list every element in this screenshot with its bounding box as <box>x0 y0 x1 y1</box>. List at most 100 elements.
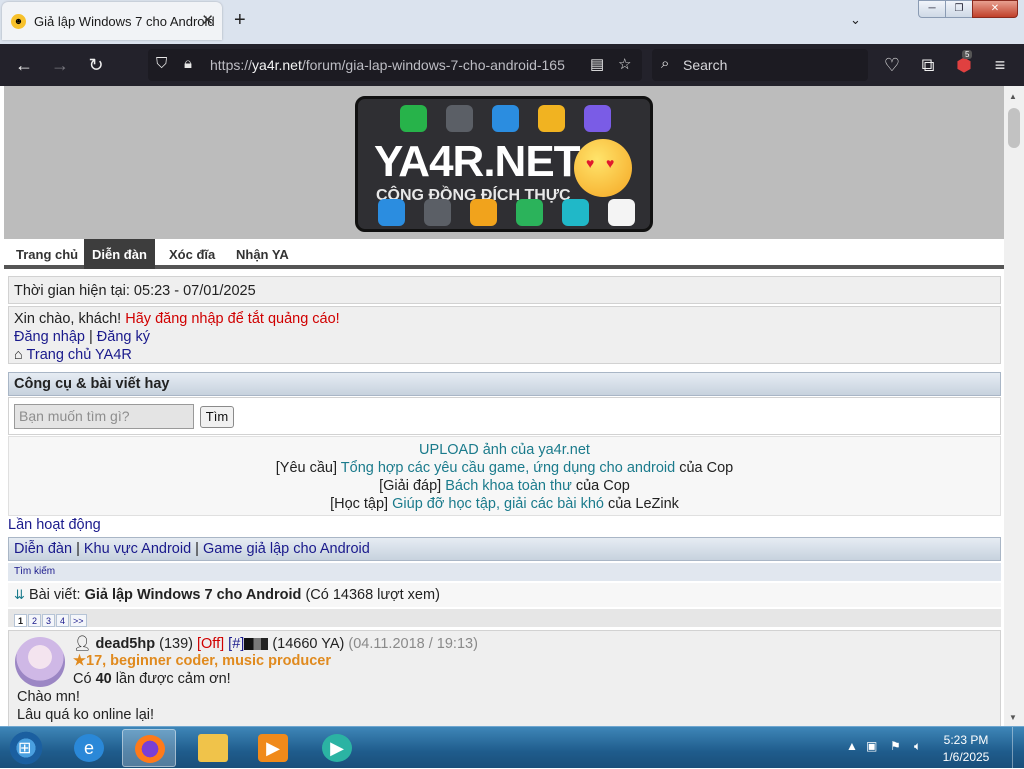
music-app-icon <box>378 199 405 226</box>
maximize-button[interactable]: ❐ <box>945 0 973 18</box>
guest-box: Xin chào, khách! Hãy đăng nhập để tắt qu… <box>8 306 1001 364</box>
featured-item: [Giải đáp] Bách khoa toàn thư của Cop <box>379 478 630 494</box>
page-2[interactable]: 2 <box>28 614 41 627</box>
menu-item-nhanya[interactable]: Nhận YA <box>228 239 297 269</box>
featured-item: [Yêu cầu] Tổng hợp các yêu cầu game, ứng… <box>275 460 734 476</box>
taskbar-firefox[interactable] <box>122 729 176 767</box>
featured-link[interactable]: Bách khoa toàn thư <box>445 478 572 494</box>
current-time: Thời gian hiện tại: 05:23 - 07/01/2025 <box>8 276 1001 304</box>
browser-titlebar: ☻ Giả lập Windows 7 cho Android ✕ + ⌄ ─ … <box>0 0 1024 44</box>
site-menu: Trang chủ Diễn đàn Xóc đĩa Nhận YA <box>4 239 1004 269</box>
status-badge: [Off] <box>197 636 225 652</box>
post-header: 👤︎ dead5hp (139) [Off] [#] (14660 YA) (0… <box>73 635 478 652</box>
cloud-app-icon <box>492 105 519 132</box>
post-count: (139) <box>159 636 193 652</box>
phone-app-icon <box>516 199 543 226</box>
home-ya4r-link[interactable]: Trang chủ YA4R <box>27 347 132 363</box>
settings-app-icon <box>538 105 565 132</box>
menu-hamburger-icon[interactable]: ≡ <box>988 53 1012 77</box>
featured-link[interactable]: UPLOAD ảnh của ya4r.net <box>419 442 590 458</box>
bookmark-star-icon[interactable]: ☆ <box>618 55 631 73</box>
page-4[interactable]: 4 <box>56 614 69 627</box>
topic-name: Giả lập Windows 7 cho Android <box>84 587 302 603</box>
forward-icon[interactable]: → <box>48 53 72 77</box>
topic-search-link[interactable]: Tìm kiếm <box>8 563 1001 581</box>
user-icon: 👤︎ <box>73 636 92 652</box>
taskbar-app[interactable]: ▶ <box>310 729 364 767</box>
menu-item-xocdia[interactable]: Xóc đĩa <box>161 239 223 269</box>
menu-item-home[interactable]: Trang chủ <box>8 239 86 269</box>
home-icon: ⌂ <box>14 347 23 363</box>
brand-name: YA4R.NET <box>374 137 581 186</box>
new-tab-button[interactable]: + <box>234 9 246 32</box>
login-link[interactable]: Đăng nhập <box>14 329 85 345</box>
minimize-button[interactable]: ─ <box>918 0 946 18</box>
scroll-down-icon[interactable]: ▼ <box>1009 713 1017 722</box>
taskbar-media-player[interactable]: ▶ <box>246 729 300 767</box>
taskbar-clock[interactable]: 5:23 PM 1/6/2025 <box>930 732 1002 766</box>
breadcrumb-emulator[interactable]: Game giả lập cho Android <box>203 541 370 557</box>
start-button[interactable]: ⊞ <box>6 730 46 766</box>
address-bar[interactable]: ⛉ 🔒︎ https://ya4r.net/forum/gia-lap-wind… <box>148 49 642 81</box>
breadcrumb-forum[interactable]: Diễn đàn <box>14 541 72 557</box>
tools-title: Công cụ & bài viết hay <box>8 372 1001 396</box>
pagination: 1 2 3 4 >> <box>8 609 1001 627</box>
page-1[interactable]: 1 <box>14 614 27 627</box>
internet-explorer-icon: e <box>74 734 104 762</box>
thanks-line: Có 40 lần được cảm ơn! <box>73 671 231 687</box>
list-tabs-chevron-icon[interactable]: ⌄ <box>850 12 861 28</box>
menu-item-forum[interactable]: Diễn đàn <box>84 239 155 269</box>
reader-view-icon[interactable]: ▤ <box>590 55 604 73</box>
scroll-thumb[interactable] <box>1008 108 1020 148</box>
featured-link[interactable]: Tổng hợp các yêu cầu game, ứng dụng cho … <box>341 460 675 476</box>
user-badge-image <box>244 638 269 651</box>
volume-muted-icon[interactable]: 🔈︎ <box>914 739 921 754</box>
post-anchor-link[interactable]: [#] <box>228 636 244 652</box>
page-scrollbar[interactable]: ▲ ▼ <box>1004 86 1024 726</box>
calculator-app-icon <box>400 105 427 132</box>
pocket-icon[interactable]: ♡ <box>880 53 904 77</box>
breadcrumb-android[interactable]: Khu vực Android <box>84 541 191 557</box>
extensions-icon[interactable]: ⧉ <box>916 53 940 77</box>
site-search-button[interactable]: Tìm <box>200 406 234 428</box>
page-3[interactable]: 3 <box>42 614 55 627</box>
close-tab-icon[interactable]: ✕ <box>201 11 214 29</box>
page-next[interactable]: >> <box>70 614 87 627</box>
site-search-input[interactable]: Bạn muốn tìm gì? <box>14 404 194 429</box>
post-date: (04.11.2018 / 19:13) <box>348 636 478 652</box>
active-tab[interactable]: ☻ Giả lập Windows 7 cho Android ✕ <box>2 2 222 40</box>
lock-icon[interactable]: 🔒︎ <box>184 55 192 72</box>
folder-icon <box>198 734 228 762</box>
site-header: YA4R.NET CỘNG ĐỒNG ĐÍCH THỰC ♥ ♥ <box>4 86 1004 239</box>
favicon-icon: ☻ <box>11 14 26 29</box>
taskbar-ie[interactable]: e <box>62 729 116 767</box>
tray-expand-icon[interactable]: ▲ <box>846 739 858 753</box>
featured-item: UPLOAD ảnh của ya4r.net <box>9 441 1000 459</box>
url-text[interactable]: https://ya4r.net/forum/gia-lap-windows-7… <box>210 57 580 73</box>
action-center-flag-icon[interactable]: ⚑ <box>890 739 901 753</box>
activity-link[interactable]: Lần hoạt động <box>8 517 101 533</box>
windows-taskbar: ⊞ e ▶ ▶ ▲ ▣ ⚑ 🔈︎ 5:23 PM 1/6/2025 <box>0 726 1024 769</box>
sound-app-icon <box>608 199 635 226</box>
taskbar-explorer[interactable] <box>186 729 240 767</box>
view-count: (Có 14368 lượt xem) <box>305 587 440 603</box>
login-warning-link[interactable]: Hãy đăng nhập để tắt quảng cáo! <box>125 311 339 327</box>
featured-link[interactable]: Giúp đỡ học tập, giải các bài khó <box>392 496 604 512</box>
avatar[interactable] <box>15 637 65 687</box>
site-logo[interactable]: YA4R.NET CỘNG ĐỒNG ĐÍCH THỰC ♥ ♥ <box>355 96 653 232</box>
greeting-text: Xin chào, khách! <box>14 311 122 327</box>
network-icon[interactable]: ▣ <box>866 739 877 753</box>
register-link[interactable]: Đăng ký <box>97 329 150 345</box>
username[interactable]: dead5hp <box>95 636 155 652</box>
tab-title: Giả lập Windows 7 cho Android <box>34 14 215 29</box>
reload-icon[interactable]: ↻ <box>84 53 108 77</box>
close-window-button[interactable]: ✕ <box>972 0 1018 18</box>
show-desktop-button[interactable] <box>1012 727 1024 769</box>
scroll-up-icon[interactable]: ▲ <box>1009 92 1017 101</box>
search-bar[interactable]: ⌕ Search <box>652 49 868 81</box>
keyboard-app-icon <box>424 199 451 226</box>
shield-icon[interactable]: ⛉ <box>156 55 167 72</box>
extension-badge: 5 <box>962 50 973 59</box>
search-placeholder: Search <box>683 57 728 73</box>
back-icon[interactable]: ← <box>12 53 36 77</box>
